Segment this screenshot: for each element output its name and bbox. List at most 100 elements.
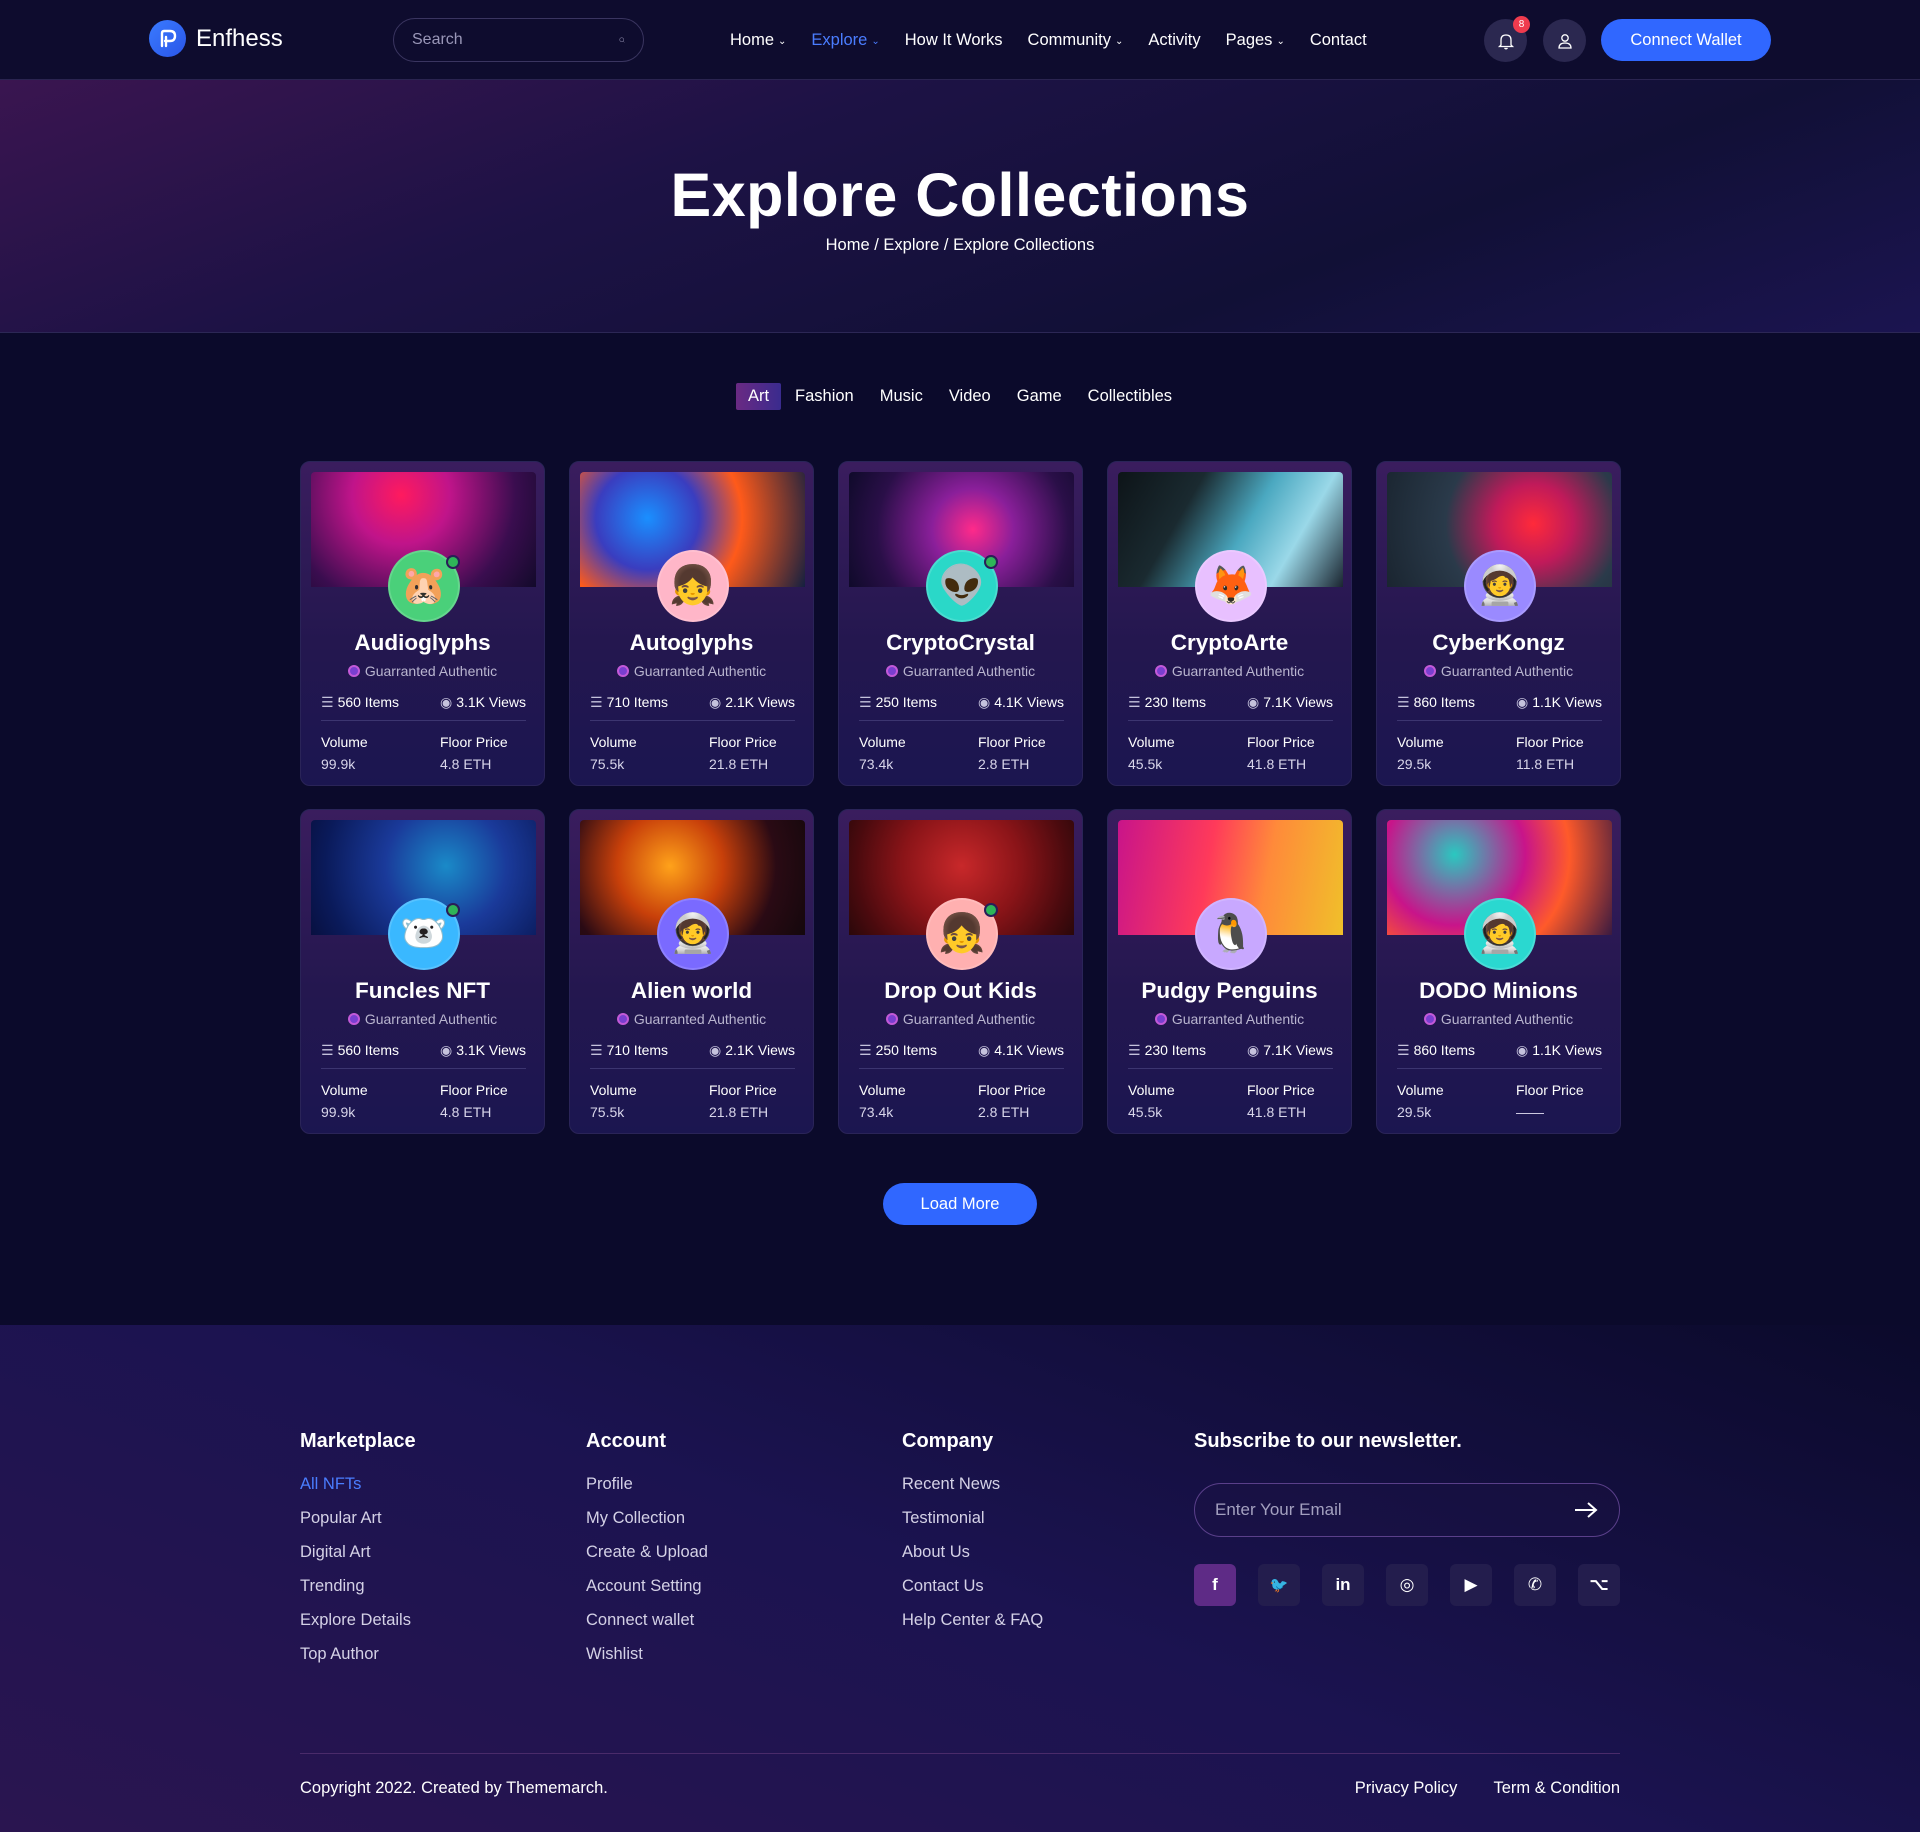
profile-button[interactable]	[1543, 19, 1586, 62]
footer-link[interactable]: My Collection	[586, 1509, 708, 1528]
search-box[interactable]	[393, 18, 644, 62]
whatsapp-icon[interactable]: ✆	[1514, 1564, 1556, 1606]
newsletter-title: Subscribe to our newsletter.	[1194, 1430, 1462, 1452]
collection-card[interactable]: 🦊 CryptoArte Guarranted Authentic ☰ 230 I…	[1107, 461, 1352, 786]
collection-card[interactable]: 🧑‍🚀 Alien world Guarranted Authentic ☰ 71…	[569, 809, 814, 1134]
footer-link[interactable]: Account Setting	[586, 1577, 708, 1596]
volume-label: Volume	[1128, 734, 1175, 750]
collection-stats: ☰ 860 Items ◉ 1.1K Views	[1397, 694, 1602, 711]
connect-wallet-button[interactable]: Connect Wallet	[1601, 19, 1771, 61]
collection-title[interactable]: CryptoCrystal	[839, 630, 1082, 656]
instagram-icon[interactable]: ◎	[1386, 1564, 1428, 1606]
footer-link[interactable]: About Us	[902, 1543, 1043, 1562]
collection-card[interactable]: 👧 Autoglyphs Guarranted Authentic ☰ 710 I…	[569, 461, 814, 786]
footer-link[interactable]: Contact Us	[902, 1577, 1043, 1596]
collection-card[interactable]: 🐧 Pudgy Penguins Guarranted Authentic ☰ 2…	[1107, 809, 1352, 1134]
linkedin-icon[interactable]: in	[1322, 1564, 1364, 1606]
collection-stats: ☰ 250 Items ◉ 4.1K Views	[859, 1042, 1064, 1059]
tab-art[interactable]: Art	[735, 383, 782, 410]
collection-card[interactable]: 👧 Drop Out Kids Guarranted Authentic ☰ 25…	[838, 809, 1083, 1134]
load-more-button[interactable]: Load More	[883, 1183, 1037, 1225]
twitter-icon[interactable]: 🐦	[1258, 1564, 1300, 1606]
tab-fashion[interactable]: Fashion	[783, 383, 866, 410]
footer-link[interactable]: Create & Upload	[586, 1543, 708, 1562]
items-value: 250 Items	[875, 694, 938, 710]
terms-link[interactable]: Term & Condition	[1493, 1779, 1620, 1798]
authentic-label: Guarranted Authentic	[301, 663, 544, 679]
card-divider	[1128, 1068, 1333, 1069]
volume-block: Volume 29.5k	[1397, 731, 1444, 775]
email-input[interactable]	[1215, 1500, 1573, 1520]
collection-title[interactable]: CryptoArte	[1108, 630, 1351, 656]
volume-value: 29.5k	[1397, 1104, 1432, 1120]
tab-collectibles[interactable]: Collectibles	[1076, 383, 1184, 410]
email-subscribe-box[interactable]	[1194, 1483, 1620, 1537]
footer-link[interactable]: Trending	[300, 1577, 416, 1596]
youtube-icon[interactable]: ▶	[1450, 1564, 1492, 1606]
items-value: 250 Items	[875, 1042, 938, 1058]
footer-link[interactable]: Top Author	[300, 1645, 416, 1664]
collection-title[interactable]: Funcles NFT	[301, 978, 544, 1004]
collection-title[interactable]: Pudgy Penguins	[1108, 978, 1351, 1004]
views-count: ◉ 1.1K Views	[1516, 1042, 1602, 1059]
github-icon[interactable]: ⌥	[1578, 1564, 1620, 1606]
verified-icon	[347, 665, 360, 677]
nav-item-explore[interactable]: Explore ⌄	[811, 31, 879, 50]
items-value: 860 Items	[1413, 694, 1476, 710]
tab-music[interactable]: Music	[868, 383, 935, 410]
collection-card[interactable]: 🐻‍❄️ Funcles NFT Guarranted Authentic ☰ 5…	[300, 809, 545, 1134]
collection-title[interactable]: Audioglyphs	[301, 630, 544, 656]
floor-price-block: Floor Price ——	[1516, 1079, 1584, 1123]
volume-block: Volume 45.5k	[1128, 1079, 1175, 1123]
search-icon[interactable]	[619, 31, 625, 49]
footer-link[interactable]: Testimonial	[902, 1509, 1043, 1528]
footer-link[interactable]: Recent News	[902, 1475, 1043, 1494]
floor-price-label: Floor Price	[978, 734, 1046, 750]
search-input[interactable]	[412, 31, 619, 49]
views-value: 1.1K Views	[1532, 694, 1602, 710]
nav-item-community[interactable]: Community ⌄	[1028, 31, 1124, 50]
footer-link[interactable]: Help Center & FAQ	[902, 1611, 1043, 1630]
volume-value: 75.5k	[590, 756, 625, 772]
views-count: ◉ 4.1K Views	[978, 694, 1064, 711]
authentic-text: Guarranted Authentic	[1171, 663, 1305, 679]
nav-item-contact[interactable]: Contact	[1310, 31, 1367, 50]
authentic-label: Guarranted Authentic	[839, 663, 1082, 679]
footer-link[interactable]: Explore Details	[300, 1611, 416, 1630]
site-header: Enfhess Home⌄ Explore⌄ How It Works Communi…	[0, 0, 1920, 80]
footer-link[interactable]: Wishlist	[586, 1645, 708, 1664]
items-value: 710 Items	[606, 694, 669, 710]
collection-title[interactable]: Alien world	[570, 978, 813, 1004]
brand-logo[interactable]: Enfhess	[149, 20, 283, 57]
floor-price-block: Floor Price 21.8 ETH	[709, 1079, 777, 1123]
arrow-right-icon[interactable]	[1573, 1501, 1599, 1519]
footer-link[interactable]: All NFTs	[300, 1475, 416, 1494]
authentic-text: Guarranted Authentic	[1171, 1011, 1305, 1027]
footer-link[interactable]: Profile	[586, 1475, 708, 1494]
collection-title[interactable]: Autoglyphs	[570, 630, 813, 656]
collection-title[interactable]: CyberKongz	[1377, 630, 1620, 656]
verified-icon	[616, 1013, 629, 1025]
footer-link[interactable]: Popular Art	[300, 1509, 416, 1528]
footer-link[interactable]: Digital Art	[300, 1543, 416, 1562]
nav-item-how-it-works[interactable]: How It Works	[905, 31, 1003, 50]
tab-game[interactable]: Game	[1005, 383, 1074, 410]
collection-card[interactable]: 🧑‍🚀 CyberKongz Guarranted Authentic ☰ 860…	[1376, 461, 1621, 786]
newsletter-section: Subscribe to our newsletter. f 🐦 in ◎ ▶ ✆ ⌥	[1194, 1430, 1620, 1606]
privacy-policy-link[interactable]: Privacy Policy	[1355, 1779, 1458, 1798]
tab-video[interactable]: Video	[937, 383, 1003, 410]
collection-title[interactable]: Drop Out Kids	[839, 978, 1082, 1004]
collection-title[interactable]: DODO Minions	[1377, 978, 1620, 1004]
nav-item-pages[interactable]: Pages ⌄	[1226, 31, 1285, 50]
facebook-icon[interactable]: f	[1194, 1564, 1236, 1606]
volume-value: 29.5k	[1397, 756, 1432, 772]
authentic-label: Guarranted Authentic	[839, 1011, 1082, 1027]
volume-value: 75.5k	[590, 1104, 625, 1120]
notification-button[interactable]: 8	[1484, 16, 1530, 62]
footer-link[interactable]: Connect wallet	[586, 1611, 708, 1630]
collection-card[interactable]: 👽 CryptoCrystal Guarranted Authentic ☰ 25…	[838, 461, 1083, 786]
collection-card[interactable]: 🐹 Audioglyphs Guarranted Authentic ☰ 560 …	[300, 461, 545, 786]
nav-item-activity[interactable]: Activity	[1148, 31, 1200, 50]
nav-item-home[interactable]: Home ⌄	[730, 31, 786, 50]
collection-card[interactable]: 🧑‍🚀 DODO Minions Guarranted Authentic ☰ 8…	[1376, 809, 1621, 1134]
